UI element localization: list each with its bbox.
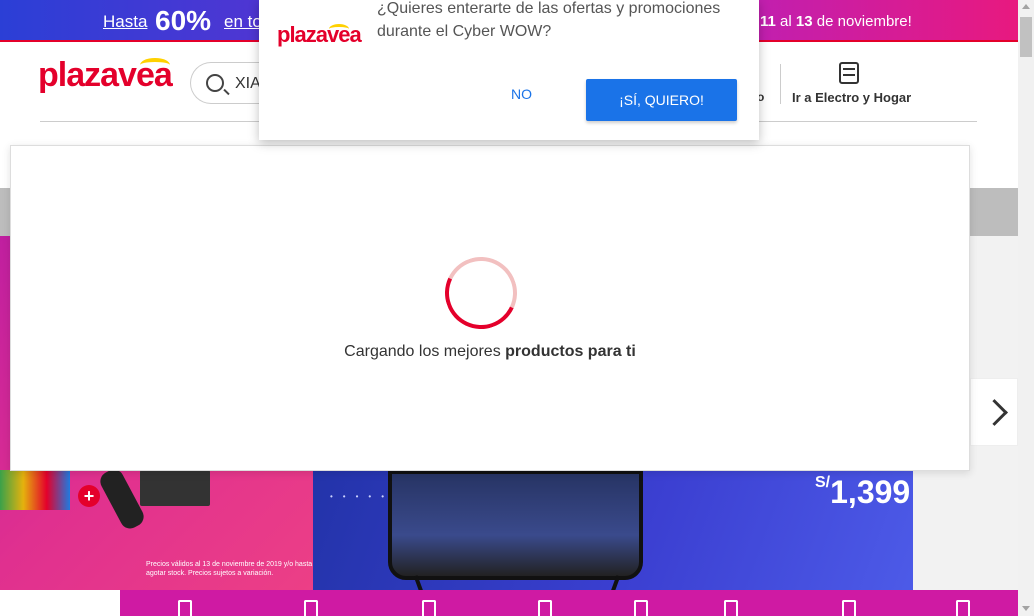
promo-en-to: en to xyxy=(224,12,262,31)
notification-logo: plazavea xyxy=(277,22,362,47)
header-divider xyxy=(780,64,781,104)
decorative-dots: •••••••• xyxy=(330,488,422,506)
loading-message: Cargando los mejores productos para ti xyxy=(344,343,636,360)
accept-button[interactable]: ¡SÍ, QUIERO! xyxy=(586,79,737,121)
logo-swoosh xyxy=(140,58,170,72)
category-icon[interactable] xyxy=(842,600,856,616)
scrollbar-thumb[interactable] xyxy=(1020,17,1032,57)
promo-hasta: Hasta xyxy=(103,12,148,31)
category-icon[interactable] xyxy=(724,600,738,616)
loading-spinner-icon xyxy=(434,246,528,340)
tv-product-image xyxy=(140,470,210,506)
carousel-next-button[interactable] xyxy=(970,378,1018,446)
tv-image xyxy=(388,470,643,580)
category-icon[interactable] xyxy=(304,600,318,616)
electro-hogar-link[interactable]: Ir a Electro y Hogar xyxy=(792,62,912,105)
category-icon[interactable] xyxy=(634,600,648,616)
category-icon[interactable] xyxy=(956,600,970,616)
plus-icon: + xyxy=(78,485,100,507)
notification-prompt: plazavea ¿Quieres enterarte de las ofert… xyxy=(259,0,759,140)
category-bar xyxy=(0,590,1018,616)
search-value: XIA xyxy=(235,75,261,92)
notification-message: ¿Quieres enterarte de las ofertas y prom… xyxy=(377,0,721,40)
tv-price: S/1,399 xyxy=(815,474,911,510)
scroll-up-arrow-icon[interactable] xyxy=(1022,4,1030,9)
fine-print: Precios válidos al 13 de noviembre de 20… xyxy=(146,561,313,577)
category-icon[interactable] xyxy=(538,600,552,616)
category-icon[interactable] xyxy=(178,600,192,616)
tv-product-image xyxy=(0,470,70,510)
scrollbar[interactable] xyxy=(1018,0,1034,616)
promo-percent: 60% xyxy=(155,5,212,36)
electro-hogar-label: Ir a Electro y Hogar xyxy=(792,90,912,105)
appliance-icon xyxy=(839,62,859,84)
promo-dates: 11 al 13 de noviembre! xyxy=(760,13,912,30)
decline-button[interactable]: NO xyxy=(511,86,532,102)
category-icon[interactable] xyxy=(422,600,436,616)
search-icon[interactable] xyxy=(206,74,224,92)
category-item-active[interactable] xyxy=(0,590,120,616)
notification-logo-swoosh xyxy=(329,24,349,34)
loading-modal: Cargando los mejores productos para ti xyxy=(10,145,970,471)
scroll-down-arrow-icon[interactable] xyxy=(1022,606,1030,611)
